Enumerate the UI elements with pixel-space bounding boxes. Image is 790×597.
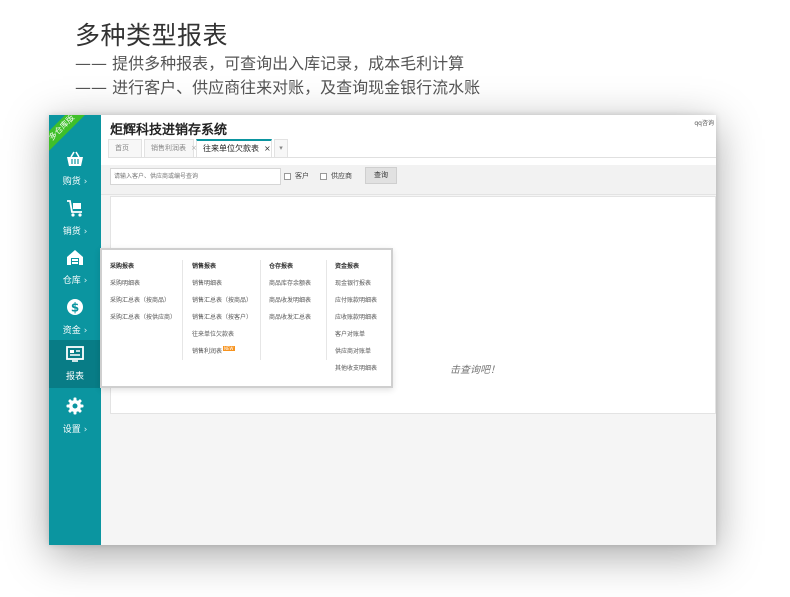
menu-column-heading: 资金报表 (335, 263, 360, 270)
supplier-checkbox[interactable]: 供应商 (320, 171, 352, 181)
menu-item[interactable]: 商品收发汇总表 (269, 312, 311, 321)
promo-line-1: —— 提供多种报表，可查询出入库记录，成本毛利计算 (75, 54, 465, 73)
checkbox-box[interactable] (284, 172, 291, 180)
svg-text:$: $ (71, 301, 79, 315)
sidebar-item-label: 资金 (62, 326, 81, 336)
menu-item-label: 销售利润表 (192, 348, 223, 355)
tab-home[interactable]: 首页 (108, 139, 142, 157)
reports-dropdown-menu: 采购报表 采购明细表 采购汇总表（按商品） 采购汇总表（按供应商） 销售报表 销… (100, 248, 393, 388)
chevron-right-icon: › (83, 276, 88, 286)
menu-column-heading: 采购报表 (110, 263, 135, 270)
checkbox-label: 客户 (295, 172, 309, 180)
app-title: 炬辉科技进销存系统 (110, 123, 228, 138)
close-icon[interactable]: × (264, 144, 271, 153)
menu-item[interactable]: 客户对账单 (335, 329, 365, 338)
content-hint: 击查询吧！ (450, 365, 500, 376)
tab-more-dropdown[interactable]: ▾ (274, 139, 288, 157)
menu-item[interactable]: 采购汇总表（按商品） (110, 295, 170, 304)
tab-bar: 首页 销售利润表 × 往来单位欠款表 × ▾ (108, 139, 290, 157)
menu-item[interactable]: 采购汇总表（按供应商） (110, 312, 176, 321)
tabs-divider (108, 157, 716, 158)
menu-item[interactable]: 其他收支明细表 (335, 363, 377, 372)
menu-item[interactable]: 销售汇总表（按商品） (192, 295, 252, 304)
sidebar-item-label: 报表 (65, 372, 84, 382)
gear-icon (66, 397, 84, 415)
menu-column-heading: 仓存报表 (269, 263, 294, 270)
sidebar-item-label: 销货 (62, 227, 81, 237)
menu-item[interactable]: 销售明细表 (192, 278, 222, 287)
sidebar-item-reports[interactable]: 报表 (49, 340, 101, 388)
chevron-right-icon: › (83, 227, 88, 237)
query-button[interactable]: 查询 (365, 167, 397, 184)
new-badge: NEW (223, 346, 235, 351)
menu-item[interactable]: 商品库存余额表 (269, 278, 311, 287)
menu-item[interactable]: 现金银行报表 (335, 278, 371, 287)
promo-title: 多种类型报表 (75, 21, 229, 50)
menu-column-heading: 销售报表 (192, 263, 217, 270)
app-header: 炬辉科技进销存系统 qq咨询 首页 销售利润表 × 往来单位欠款表 × ▾ (101, 115, 716, 165)
chevron-right-icon: › (83, 425, 88, 435)
sidebar-item-warehouse[interactable]: 仓库 › (49, 243, 101, 291)
menu-item[interactable]: 销售汇总表（按客户） (192, 312, 252, 321)
menu-item[interactable]: 应付账款明细表 (335, 295, 377, 304)
checkbox-box[interactable] (320, 172, 327, 180)
tab-label: 往来单位欠款表 (203, 144, 259, 153)
menu-divider (326, 260, 327, 360)
checkbox-label: 供应商 (331, 172, 352, 180)
cart-icon (67, 200, 82, 217)
promo-line-2: —— 进行客户、供应商往来对账，及查询现金银行流水账 (75, 78, 481, 97)
sidebar-item-sales[interactable]: 销货 › (49, 194, 101, 242)
menu-item-sales-profit[interactable]: 销售利润表 NEW (192, 346, 235, 355)
menu-item[interactable]: 往来单位欠款表 (192, 329, 234, 338)
menu-item[interactable]: 采购明细表 (110, 278, 140, 287)
sidebar-item-settings[interactable]: 设置 › (49, 391, 101, 439)
menu-item[interactable]: 商品收发明细表 (269, 295, 311, 304)
chevron-right-icon: › (83, 177, 88, 187)
customer-checkbox[interactable]: 客户 (284, 171, 309, 181)
sidebar: 多仓库版 购货 › 销货 › 仓库 › $ 资金 › 报表 设置 › (49, 115, 101, 545)
report-icon (66, 346, 84, 362)
menu-item[interactable]: 应收账款明细表 (335, 312, 377, 321)
sidebar-item-label: 仓库 (62, 276, 81, 286)
menu-divider (182, 260, 183, 360)
caret-down-icon: ▾ (279, 144, 283, 152)
chevron-right-icon: › (83, 326, 88, 336)
menu-divider (260, 260, 261, 360)
tab-label: 销售利润表 (151, 144, 186, 152)
search-bar: 客户 供应商 查询 (101, 165, 716, 195)
search-input[interactable] (110, 168, 281, 185)
sidebar-item-label: 设置 (62, 425, 81, 435)
sidebar-item-label: 购货 (62, 177, 81, 187)
sidebar-item-funds[interactable]: $ 资金 › (49, 292, 101, 340)
basket-icon (67, 151, 83, 166)
dollar-icon: $ (67, 299, 83, 315)
tab-customer-debt[interactable]: 往来单位欠款表 × (196, 139, 272, 157)
sidebar-item-purchase[interactable]: 购货 › (49, 145, 101, 193)
qq-consult-link[interactable]: qq咨询 (694, 118, 714, 127)
menu-item[interactable]: 供应商对账单 (335, 346, 371, 355)
tab-sales-profit[interactable]: 销售利润表 × (144, 139, 197, 157)
warehouse-icon (67, 250, 83, 265)
